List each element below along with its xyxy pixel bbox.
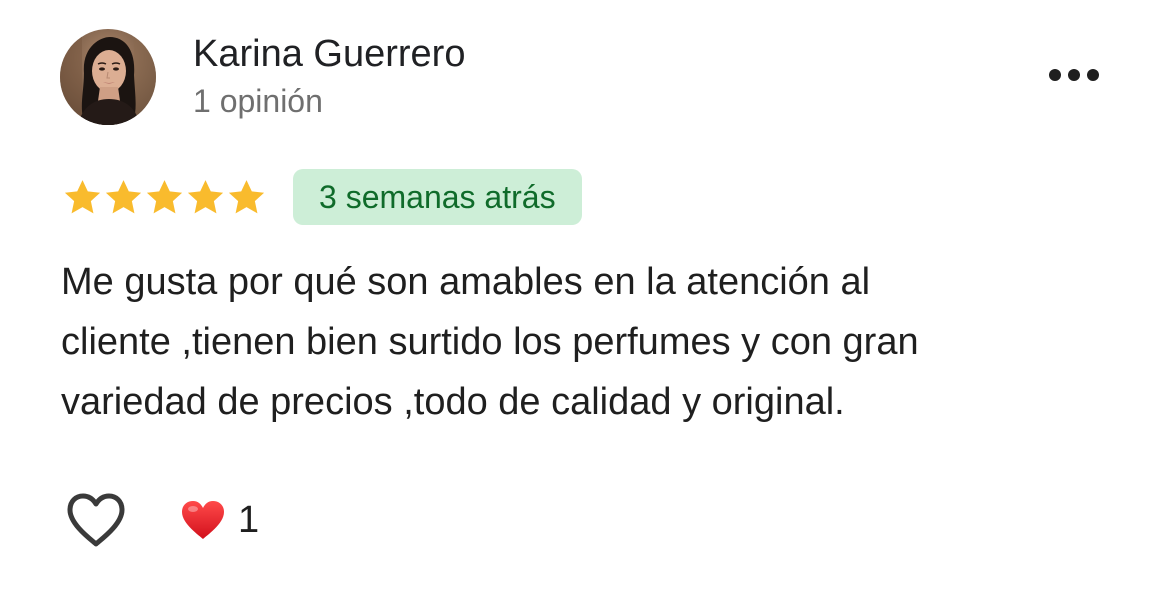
star-icon	[146, 179, 183, 213]
rating-row: 3 semanas atrás	[62, 168, 582, 226]
heart-outline-icon	[67, 493, 125, 547]
review-date-badge: 3 semanas atrás	[293, 169, 582, 225]
star-icon	[105, 179, 142, 213]
author-avatar[interactable]	[60, 29, 156, 125]
review-text: Me gusta por qué son amables en la atenc…	[61, 252, 1121, 432]
star-icon	[64, 179, 101, 213]
author-name[interactable]: Karina Guerrero	[193, 31, 465, 77]
reaction-summary[interactable]: 1	[180, 496, 259, 544]
more-options-button[interactable]	[1040, 58, 1108, 92]
star-icon	[187, 179, 224, 213]
like-button[interactable]	[62, 488, 130, 552]
red-heart-icon	[180, 499, 226, 541]
review-text-line: variedad de precios ,todo de calidad y o…	[61, 381, 845, 423]
author-review-count: 1 opinión	[193, 83, 323, 119]
reaction-count: 1	[238, 499, 260, 541]
review-text-line: cliente ,tienen bien surtido los perfume…	[61, 321, 919, 363]
review-text-line: Me gusta por qué son amables en la atenc…	[61, 261, 871, 303]
more-horizontal-icon	[1049, 69, 1099, 81]
profile-photo-icon	[60, 29, 156, 125]
star-rating	[62, 177, 267, 218]
review-card: Karina Guerrero 1 opinión 3 semanas atrá…	[0, 0, 1170, 601]
star-icon	[228, 179, 265, 213]
